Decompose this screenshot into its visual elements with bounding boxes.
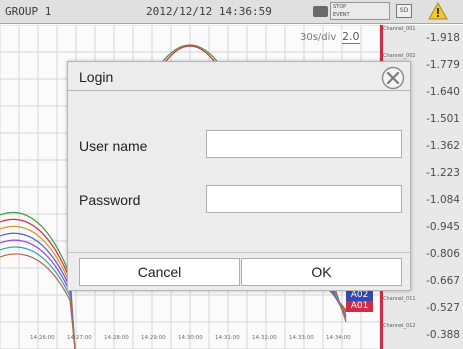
username-label: User name	[79, 138, 148, 154]
title-divider	[68, 90, 410, 91]
login-dialog: Login User name Password Cancel OK	[67, 61, 411, 291]
cancel-button[interactable]: Cancel	[79, 258, 240, 286]
username-field[interactable]	[206, 130, 402, 158]
button-divider	[68, 252, 410, 253]
password-field[interactable]	[206, 185, 402, 213]
ok-button[interactable]: OK	[241, 258, 402, 286]
password-label: Password	[79, 192, 141, 208]
close-icon[interactable]	[381, 66, 405, 90]
dialog-title: Login	[79, 69, 114, 85]
